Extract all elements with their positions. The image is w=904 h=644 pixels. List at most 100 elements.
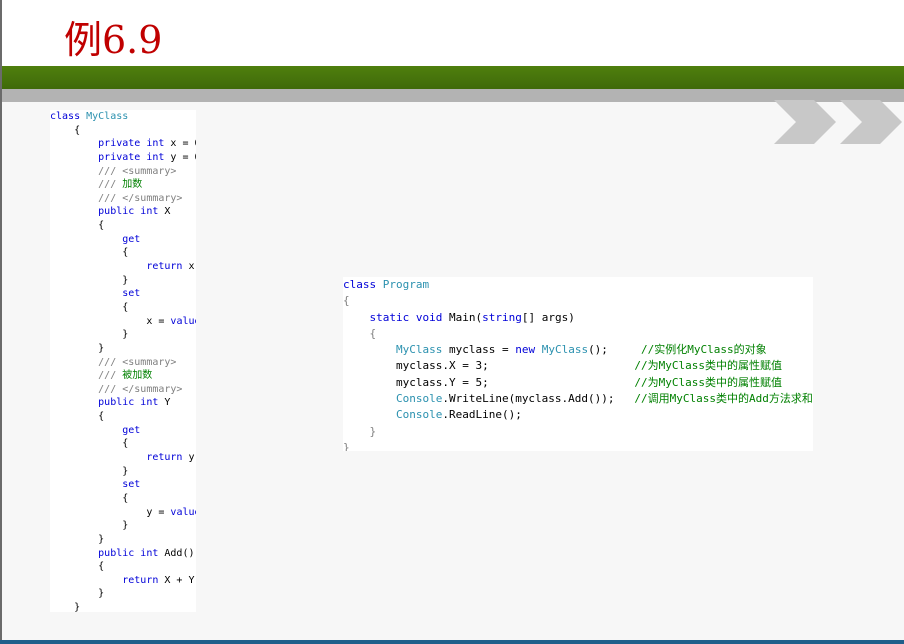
slide-title: 例6.9 <box>64 18 163 62</box>
title-band <box>2 66 904 89</box>
code-line: /// 加数 <box>50 178 196 192</box>
code-line: { <box>50 560 196 574</box>
code-token: { <box>50 220 105 232</box>
code-line: set <box>50 478 196 492</box>
code-token: /// <box>50 370 123 382</box>
code-token: y = <box>50 506 171 518</box>
code-line: myclass.X = 3; //为MyClass类中的属性赋值 <box>343 358 813 374</box>
code-token: [] args) <box>521 310 575 324</box>
code-token: string <box>482 310 522 324</box>
code-token: } <box>50 520 129 532</box>
code-token: value <box>170 506 196 518</box>
code-line: set <box>50 287 196 301</box>
code-token: myclass = <box>448 343 516 357</box>
code-token: Program <box>382 278 430 291</box>
code-line: { <box>50 301 196 315</box>
code-token: } <box>50 533 105 545</box>
code-token: return <box>50 574 165 586</box>
code-line: { <box>50 492 196 506</box>
code-token: { <box>50 124 81 136</box>
code-token: { <box>343 294 350 308</box>
code-line: } <box>50 587 196 601</box>
code-token: /// <box>50 179 123 191</box>
code-line: { <box>50 124 196 138</box>
code-line: } <box>50 465 196 479</box>
code-line: /// </summary> <box>50 192 196 206</box>
code-line: return x; <box>50 260 196 274</box>
code-token: { <box>50 247 129 259</box>
code-token: X + Y; <box>164 574 196 586</box>
code-token: Y <box>164 397 171 409</box>
code-token: } <box>50 465 129 477</box>
code-line: class Program <box>343 277 813 293</box>
code-line: myclass.Y = 5; //为MyClass类中的属性赋值 <box>343 375 813 391</box>
code-token: Console <box>343 392 443 406</box>
code-line: return y; <box>50 451 196 465</box>
code-line: { <box>343 326 813 342</box>
code-token: myclass.X = 3; <box>343 359 635 373</box>
code-token: 加数 <box>122 179 143 191</box>
code-line: y = value; <box>50 506 196 520</box>
code-token: MyClass <box>343 343 449 357</box>
code-token: class <box>50 111 87 122</box>
code-token: set <box>50 479 141 491</box>
code-line: Console.WriteLine(myclass.Add()); //调用My… <box>343 391 813 407</box>
code-line: public int Add() <box>50 547 196 561</box>
code-token: new <box>515 343 542 357</box>
code-line: } <box>50 519 196 533</box>
code-line: /// <summary> <box>50 356 196 370</box>
code-token: { <box>50 492 129 504</box>
title-band-shadow <box>2 89 904 102</box>
code-token: //调用MyClass类中的Add方法求和 <box>634 392 813 406</box>
code-token: /// </summary> <box>50 383 183 395</box>
code-line: MyClass myclass = new MyClass(); //实例化My… <box>343 342 813 358</box>
code-token: 被加数 <box>122 370 153 382</box>
code-line: x = value; <box>50 315 196 329</box>
code-token: MyClass <box>86 111 129 122</box>
code-line: get <box>50 233 196 247</box>
code-token: //为MyClass类中的属性赋值 <box>634 375 783 389</box>
code-line: /// 被加数 <box>50 369 196 383</box>
code-token: /// <summary> <box>50 165 177 177</box>
bottom-border <box>0 640 904 644</box>
code-line: } <box>343 440 813 451</box>
code-line: private int y = 0;//定义int型变量，作为被加数 <box>50 151 196 165</box>
code-token: /// <summary> <box>50 356 177 368</box>
code-token: static void <box>343 310 449 324</box>
code-token: class <box>343 278 383 291</box>
code-token: } <box>343 440 350 451</box>
program-code-block: class Program{ static void Main(string[]… <box>343 277 813 451</box>
code-line: { <box>50 219 196 233</box>
code-token: myclass.Y = 5; <box>343 375 635 389</box>
code-token: Console <box>343 408 443 422</box>
code-token: value <box>170 315 196 327</box>
code-token: get <box>50 424 141 436</box>
code-token: { <box>50 301 129 313</box>
code-line: public int Y <box>50 396 196 410</box>
code-token: { <box>50 561 105 573</box>
code-token: } <box>50 342 105 354</box>
code-line: public int X <box>50 205 196 219</box>
code-line: } <box>50 328 196 342</box>
code-token: } <box>50 588 105 600</box>
code-token: (); <box>588 343 642 357</box>
code-token: x = 0; <box>170 138 196 150</box>
code-line: } <box>343 424 813 440</box>
code-token: Add() <box>164 547 195 559</box>
code-line: Console.ReadLine(); <box>343 407 813 423</box>
code-line: } <box>50 342 196 356</box>
double-chevron-icon <box>774 100 904 144</box>
code-line: private int x = 0;//定义int型变量，作为加数 <box>50 137 196 151</box>
code-token: //为MyClass类中的属性赋值 <box>634 359 783 373</box>
code-token: return <box>50 452 189 464</box>
code-line: } <box>50 533 196 547</box>
code-token: return <box>50 261 189 273</box>
code-token: } <box>50 329 129 341</box>
code-token: } <box>343 424 377 438</box>
code-line: { <box>50 246 196 260</box>
code-token: public int <box>50 547 165 559</box>
code-token: } <box>50 274 129 286</box>
code-token: private int <box>50 151 171 163</box>
code-token: private int <box>50 138 171 150</box>
code-token: //实例化MyClass的对象 <box>641 343 767 357</box>
